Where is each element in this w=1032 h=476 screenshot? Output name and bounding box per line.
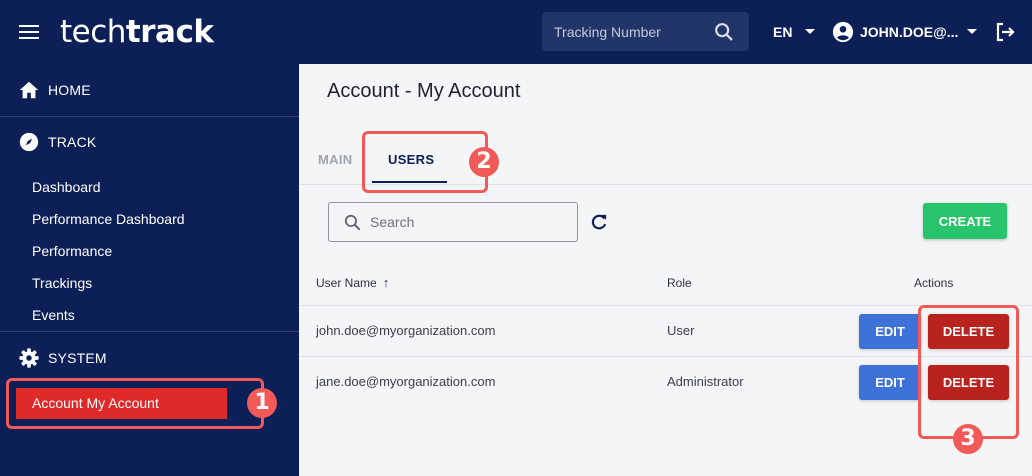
column-header-actions: Actions — [914, 276, 954, 290]
table-cell-role: Administrator — [667, 374, 744, 389]
users-search-input[interactable] — [370, 212, 565, 232]
logo-text-light: tech — [60, 14, 126, 50]
callout-highlight-1 — [6, 378, 264, 429]
sidebar-section-label: SYSTEM — [48, 350, 107, 366]
sort-arrow-up-icon[interactable]: ↑ — [383, 276, 390, 290]
page-title: Account - My Account — [327, 80, 521, 102]
sidebar-section-home[interactable]: HOME — [18, 78, 91, 102]
menu-icon[interactable] — [19, 24, 39, 40]
sidebar-section-label: TRACK — [48, 134, 97, 150]
home-icon — [19, 81, 39, 99]
tab-main[interactable]: MAIN — [318, 152, 352, 168]
table-cell-user: john.doe@myorganization.com — [316, 323, 496, 338]
compass-icon — [19, 132, 39, 152]
callout-badge-1: 1 — [247, 388, 277, 418]
sidebar-section-track[interactable]: TRACK — [18, 130, 96, 154]
logo-text-bold: track — [125, 14, 214, 50]
sidebar-divider — [0, 116, 299, 117]
language-caret-icon[interactable] — [805, 29, 815, 34]
logo[interactable]: techtrack — [60, 12, 214, 52]
edit-button[interactable]: EDIT — [859, 314, 921, 349]
sidebar-item-trackings[interactable]: Trackings — [32, 274, 92, 292]
user-menu-caret-icon[interactable] — [967, 29, 977, 34]
user-menu-name[interactable]: JOHN.DOE@... — [860, 23, 958, 41]
column-header-user-name[interactable]: User Name ↑ — [316, 276, 390, 291]
gear-icon — [19, 348, 39, 368]
language-selector[interactable]: EN — [773, 23, 792, 41]
logout-icon[interactable] — [993, 20, 1017, 44]
tracking-search — [542, 12, 749, 51]
account-circle-icon[interactable] — [832, 21, 854, 43]
column-header-role: Role — [667, 276, 692, 290]
sidebar-item-performance[interactable]: Performance — [32, 242, 112, 260]
sidebar-section-label: HOME — [48, 82, 91, 98]
sidebar-item-dashboard[interactable]: Dashboard — [32, 178, 101, 196]
sidebar-item-events[interactable]: Events — [32, 306, 75, 324]
callout-highlight-3 — [918, 305, 1019, 439]
create-button[interactable]: CREATE — [923, 203, 1007, 239]
sidebar-divider — [0, 331, 299, 332]
callout-badge-2: 2 — [469, 147, 499, 177]
sidebar-section-system[interactable]: SYSTEM — [18, 346, 107, 370]
table-cell-role: User — [667, 323, 695, 338]
edit-button[interactable]: EDIT — [859, 365, 921, 400]
callout-badge-3: 3 — [953, 424, 983, 454]
search-icon[interactable] — [713, 21, 735, 43]
refresh-icon[interactable] — [589, 212, 609, 232]
tracking-number-input[interactable] — [554, 21, 709, 43]
column-header-label: User Name — [316, 276, 377, 290]
table-cell-user: jane.doe@myorganization.com — [316, 374, 496, 389]
sidebar-item-performance-dashboard[interactable]: Performance Dashboard — [32, 210, 185, 228]
search-icon — [344, 214, 361, 231]
users-search-box — [328, 202, 578, 242]
top-bar: techtrack EN JOHN.DOE@... — [0, 0, 1032, 64]
